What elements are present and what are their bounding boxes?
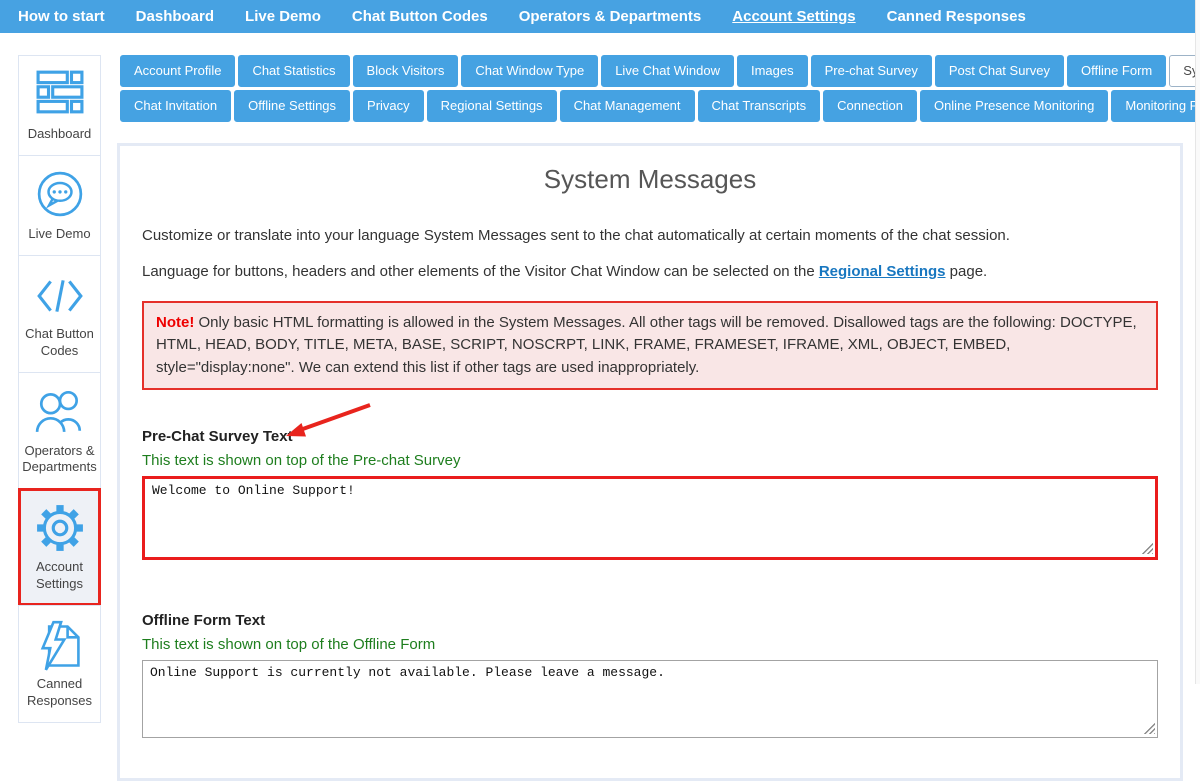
nav-item-canned-responses[interactable]: Canned Responses [887,8,1026,25]
tab-online-presence-monitoring[interactable]: Online Presence Monitoring [920,90,1108,122]
sidebar-item-live-demo[interactable]: Live Demo [18,155,101,256]
page-title: System Messages [142,164,1158,195]
tab-account-profile[interactable]: Account Profile [120,55,235,87]
pre-chat-survey-help-text: This text is shown on top of the Pre-cha… [142,452,1158,469]
top-navigation: How to start Dashboard Live Demo Chat Bu… [0,0,1200,33]
intro-2-text-before: Language for buttons, headers and other … [142,263,819,280]
pre-chat-survey-textarea[interactable]: Welcome to Online Support! [142,476,1158,560]
offline-form-textarea-wrap: Online Support is currently not availabl… [142,660,1158,738]
tab-chat-window-type[interactable]: Chat Window Type [461,55,598,87]
settings-tabs-row-1: Account Profile Chat Statistics Block Vi… [117,55,1183,87]
tab-chat-management[interactable]: Chat Management [560,90,695,122]
sidebar-item-canned-responses[interactable]: Canned Responses [18,605,101,723]
nav-item-dashboard[interactable]: Dashboard [136,8,214,25]
tab-chat-invitation[interactable]: Chat Invitation [120,90,231,122]
pre-chat-survey-textarea-wrap: Welcome to Online Support! [142,476,1158,560]
tab-monitoring-filtering[interactable]: Monitoring Filtering [1111,90,1200,122]
tab-images[interactable]: Images [737,55,808,87]
nav-item-live-demo[interactable]: Live Demo [245,8,321,25]
sidebar-item-dashboard[interactable]: Dashboard [18,55,101,156]
nav-item-operators-departments[interactable]: Operators & Departments [519,8,702,25]
regional-settings-link[interactable]: Regional Settings [819,263,946,280]
code-icon [22,270,97,320]
tab-offline-form[interactable]: Offline Form [1067,55,1166,87]
note-text: Only basic HTML formatting is allowed in… [156,314,1137,376]
offline-form-help-text: This text is shown on top of the Offline… [142,636,1158,653]
settings-tabs-row-2: Chat Invitation Offline Settings Privacy… [117,90,1183,122]
sidebar-item-label: Operators & Departments [22,443,97,477]
sidebar-item-chat-button-codes[interactable]: Chat Button Codes [18,255,101,373]
lightning-document-icon [22,620,97,670]
tab-post-chat-survey[interactable]: Post Chat Survey [935,55,1064,87]
nav-item-how-to-start[interactable]: How to start [18,8,105,25]
section-label-text: Offline Form Text [142,612,265,629]
note-label: Note! [156,314,194,331]
sidebar-item-label: Account Settings [22,559,97,593]
dashboard-icon [22,70,97,120]
tab-offline-settings[interactable]: Offline Settings [234,90,350,122]
sidebar-item-operators-departments[interactable]: Operators & Departments [18,372,101,490]
nav-item-account-settings[interactable]: Account Settings [732,8,855,25]
people-icon [22,387,97,437]
tab-chat-transcripts[interactable]: Chat Transcripts [698,90,821,122]
gear-icon [22,503,97,553]
sidebar-item-label: Dashboard [22,126,97,143]
offline-form-text-section: Offline Form Text This text is shown on … [142,612,1158,738]
offline-form-textarea[interactable]: Online Support is currently not availabl… [142,660,1158,738]
tab-chat-statistics[interactable]: Chat Statistics [238,55,349,87]
tab-privacy[interactable]: Privacy [353,90,424,122]
tab-block-visitors[interactable]: Block Visitors [353,55,459,87]
offline-form-text-label: Offline Form Text [142,612,265,629]
system-messages-panel: System Messages Customize or translate i… [117,143,1183,781]
intro-paragraph-2: Language for buttons, headers and other … [142,261,1158,283]
pre-chat-survey-text-section: Pre-Chat Survey Text This text is shown … [142,428,1158,560]
pre-chat-survey-text-label: Pre-Chat Survey Text [142,428,293,445]
tab-live-chat-window[interactable]: Live Chat Window [601,55,734,87]
tab-connection[interactable]: Connection [823,90,917,122]
tab-pre-chat-survey[interactable]: Pre-chat Survey [811,55,932,87]
sidebar: Dashboard Live Demo Chat [18,55,101,723]
html-formatting-note: Note! Only basic HTML formatting is allo… [142,301,1158,391]
page-scrollbar[interactable] [1195,0,1200,684]
sidebar-item-account-settings[interactable]: Account Settings [18,488,101,606]
section-label-text: Pre-Chat Survey Text [142,428,293,445]
sidebar-item-label: Chat Button Codes [22,326,97,360]
chat-bubble-icon [22,170,97,220]
sidebar-item-label: Live Demo [22,226,97,243]
main-area: Account Profile Chat Statistics Block Vi… [117,55,1183,781]
red-arrow-annotation [282,400,374,442]
tab-regional-settings[interactable]: Regional Settings [427,90,557,122]
nav-item-chat-button-codes[interactable]: Chat Button Codes [352,8,488,25]
intro-paragraph-1: Customize or translate into your languag… [142,225,1158,247]
sidebar-item-label: Canned Responses [22,676,97,710]
intro-2-text-after: page. [946,263,988,280]
